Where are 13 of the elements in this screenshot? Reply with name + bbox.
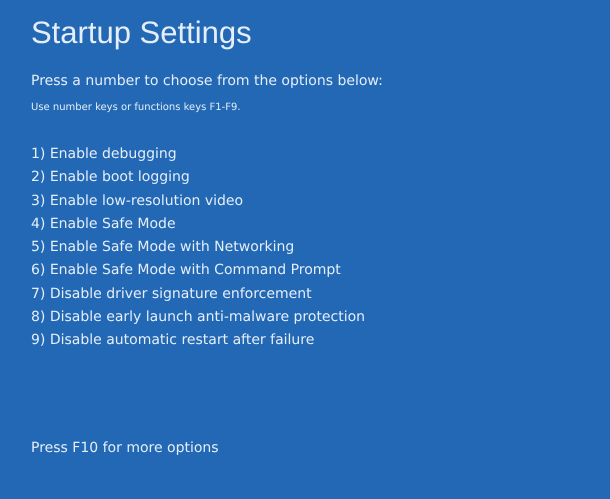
more-options-text: Press F10 for more options (31, 438, 220, 458)
screen-title: Startup Settings (31, 14, 253, 52)
option-item[interactable]: 8) Disable early launch anti-malware protection (31, 306, 590, 330)
option-item[interactable]: 6) Enable Safe Mode with Command Prompt (31, 259, 590, 283)
option-item[interactable]: 4) Enable Safe Mode (31, 212, 590, 236)
option-item[interactable]: 7) Disable driver signature enforcement (31, 282, 590, 306)
hint-text: Use number keys or functions keys F1-F9. (31, 101, 242, 115)
option-item[interactable]: 9) Disable automatic restart after failure (31, 329, 590, 353)
option-item[interactable]: 2) Enable boot logging (31, 166, 590, 190)
instruction-text: Press a number to choose from the options below: (31, 72, 384, 91)
option-item[interactable]: 1) Enable debugging (31, 143, 590, 166)
option-item[interactable]: 5) Enable Safe Mode with Networking (31, 236, 590, 260)
option-item[interactable]: 3) Enable low-resolution video (31, 190, 590, 213)
